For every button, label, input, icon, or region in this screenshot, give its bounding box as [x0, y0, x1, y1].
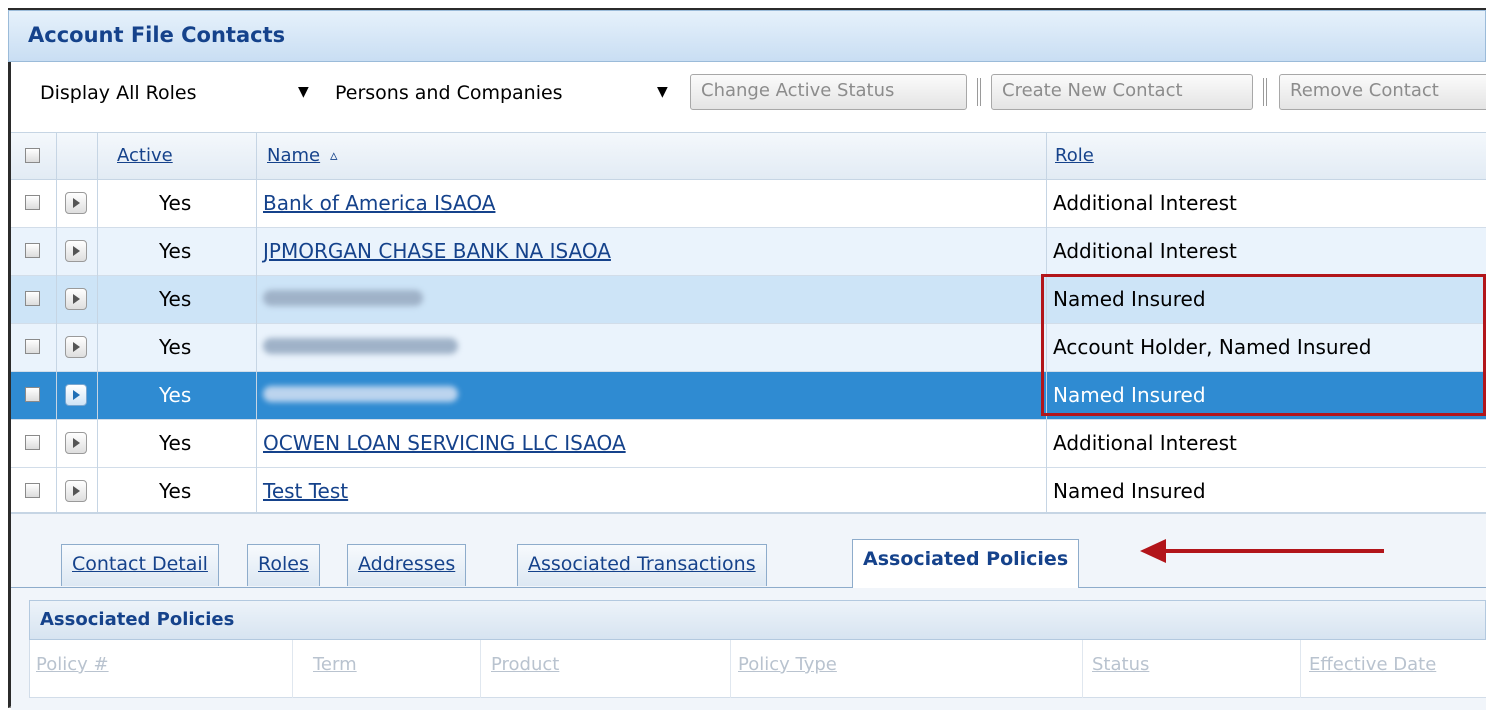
- contact-name-link[interactable]: Bank of America ISAOA: [263, 191, 495, 215]
- grid-header: Active Name ▵ Role: [11, 132, 1486, 181]
- table-row[interactable]: Yes JPMORGAN CHASE BANK NA ISAOA Additio…: [11, 228, 1486, 276]
- table-row[interactable]: Yes Test Test Named Insured: [11, 468, 1486, 516]
- column-header-active[interactable]: Active: [117, 145, 173, 166]
- contact-name-link[interactable]: Test Test: [263, 479, 348, 503]
- column-header-status[interactable]: Status: [1092, 654, 1149, 675]
- panel-header: Account File Contacts: [8, 10, 1486, 62]
- active-cell: Yes: [159, 383, 192, 407]
- select-all-checkbox[interactable]: [25, 148, 40, 163]
- row-expand-icon[interactable]: [65, 336, 87, 358]
- redacted-contact-name[interactable]: [263, 386, 458, 402]
- column-header-role[interactable]: Role: [1055, 145, 1094, 166]
- column-divider: [292, 640, 293, 698]
- associated-policies-header: Associated Policies: [29, 600, 1486, 640]
- roles-filter-value: Display All Roles: [40, 82, 197, 104]
- column-divider: [256, 133, 257, 181]
- table-row[interactable]: Yes Bank of America ISAOA Additional Int…: [11, 180, 1486, 228]
- type-filter-value: Persons and Companies: [335, 82, 563, 104]
- role-cell: Named Insured: [1053, 479, 1206, 503]
- chevron-down-icon: ▼: [298, 84, 309, 100]
- contact-name-link[interactable]: JPMORGAN CHASE BANK NA ISAOA: [263, 239, 611, 263]
- column-divider: [1046, 133, 1047, 181]
- annotation-highlight-box: [1041, 274, 1486, 416]
- row-expand-icon[interactable]: [65, 192, 87, 214]
- tab-roles[interactable]: Roles: [247, 544, 320, 586]
- role-cell: Additional Interest: [1053, 191, 1237, 215]
- column-header-policy-type[interactable]: Policy Type: [738, 654, 837, 675]
- column-header-name[interactable]: Name: [267, 145, 320, 166]
- detail-panel: Contact Detail Roles Addresses Associate…: [11, 512, 1486, 710]
- tab-strip-line: [11, 587, 1486, 588]
- redacted-contact-name[interactable]: [263, 338, 458, 354]
- column-header-term[interactable]: Term: [313, 654, 357, 675]
- active-cell: Yes: [159, 287, 192, 311]
- toolbar-separator: [977, 78, 981, 106]
- row-checkbox[interactable]: [25, 339, 40, 354]
- active-cell: Yes: [159, 479, 192, 503]
- change-active-status-button[interactable]: Change Active Status: [690, 74, 967, 110]
- contact-name-link[interactable]: OCWEN LOAN SERVICING LLC ISAOA: [263, 431, 626, 455]
- active-cell: Yes: [159, 335, 192, 359]
- tab-contact-detail[interactable]: Contact Detail: [61, 544, 219, 586]
- column-divider: [480, 640, 481, 698]
- row-checkbox[interactable]: [25, 291, 40, 306]
- row-expand-icon[interactable]: [65, 240, 87, 262]
- associated-policies-title: Associated Policies: [40, 609, 235, 630]
- column-header-effective-date[interactable]: Effective Date: [1309, 654, 1436, 675]
- panel-title: Account File Contacts: [28, 23, 286, 47]
- table-row[interactable]: Yes OCWEN LOAN SERVICING LLC ISAOA Addit…: [11, 420, 1486, 468]
- row-checkbox[interactable]: [25, 195, 40, 210]
- row-expand-icon[interactable]: [65, 384, 87, 406]
- row-checkbox[interactable]: [25, 483, 40, 498]
- column-header-policy-number[interactable]: Policy #: [36, 654, 109, 675]
- column-header-product[interactable]: Product: [491, 654, 559, 675]
- column-divider: [56, 180, 57, 516]
- row-checkbox[interactable]: [25, 243, 40, 258]
- active-cell: Yes: [159, 431, 192, 455]
- column-divider: [730, 640, 731, 698]
- role-cell: Additional Interest: [1053, 431, 1237, 455]
- row-expand-icon[interactable]: [65, 480, 87, 502]
- column-divider: [97, 180, 98, 516]
- active-cell: Yes: [159, 191, 192, 215]
- associated-policies-grid: Policy # Term Product Policy Type Status…: [29, 640, 1486, 698]
- column-divider: [256, 180, 257, 516]
- column-divider: [1082, 640, 1083, 698]
- tab-associated-transactions[interactable]: Associated Transactions: [517, 544, 767, 586]
- column-divider: [56, 133, 57, 181]
- sort-ascending-icon: ▵: [330, 146, 338, 164]
- type-filter-dropdown[interactable]: Persons and Companies ▼: [327, 75, 683, 111]
- column-divider: [1300, 640, 1301, 698]
- active-cell: Yes: [159, 239, 192, 263]
- role-cell: Additional Interest: [1053, 239, 1237, 263]
- tab-associated-policies[interactable]: Associated Policies: [852, 539, 1080, 588]
- redacted-contact-name[interactable]: [263, 290, 423, 306]
- tab-addresses[interactable]: Addresses: [347, 544, 467, 586]
- chevron-down-icon: ▼: [657, 84, 668, 100]
- remove-contact-button[interactable]: Remove Contact: [1279, 74, 1486, 110]
- row-checkbox[interactable]: [25, 387, 40, 402]
- create-new-contact-button[interactable]: Create New Contact: [991, 74, 1253, 110]
- row-expand-icon[interactable]: [65, 288, 87, 310]
- toolbar: Display All Roles ▼ Persons and Companie…: [11, 62, 1486, 126]
- row-expand-icon[interactable]: [65, 432, 87, 454]
- row-checkbox[interactable]: [25, 435, 40, 450]
- roles-filter-dropdown[interactable]: Display All Roles ▼: [32, 75, 322, 111]
- column-divider: [97, 133, 98, 181]
- toolbar-separator: [1263, 78, 1267, 106]
- annotation-arrow-shaft: [1162, 549, 1384, 553]
